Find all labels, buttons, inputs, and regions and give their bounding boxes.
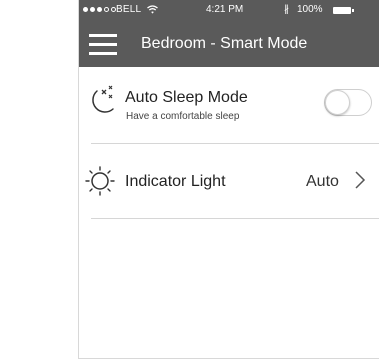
auto-sleep-toggle[interactable] [324, 89, 372, 116]
hamburger-menu-icon[interactable] [89, 32, 117, 56]
indicator-light-value: Auto [306, 173, 339, 190]
bluetooth-icon: ∦ [284, 4, 289, 15]
signal-strength-icon [83, 7, 116, 12]
navigation-bar: Bedroom - Smart Mode [79, 22, 379, 67]
auto-sleep-mode-subtitle: Have a comfortable sleep [126, 111, 240, 122]
status-time: 4:21 PM [206, 4, 244, 15]
phone-screen: BELL 4:21 PM ∦ 100% Bedroom - Smart Mode… [78, 0, 379, 359]
moon-stars-icon [92, 85, 114, 113]
status-bar: BELL 4:21 PM ∦ 100% [79, 0, 379, 22]
battery-percent: 100% [297, 4, 323, 15]
row-divider [91, 218, 379, 219]
carrier-name: BELL [116, 4, 142, 15]
indicator-light-row[interactable]: Indicator Light Auto [79, 144, 379, 218]
indicator-light-label: Indicator Light [125, 173, 226, 190]
wifi-icon [147, 5, 158, 14]
page-title: Bedroom - Smart Mode [141, 35, 308, 52]
battery-icon [333, 7, 354, 14]
auto-sleep-mode-label: Auto Sleep Mode [125, 89, 248, 106]
toggle-knob [325, 90, 350, 115]
auto-sleep-mode-row: Auto Sleep Mode Have a comfortable sleep [79, 67, 379, 143]
sun-icon [85, 166, 115, 196]
chevron-right-icon [355, 171, 366, 189]
